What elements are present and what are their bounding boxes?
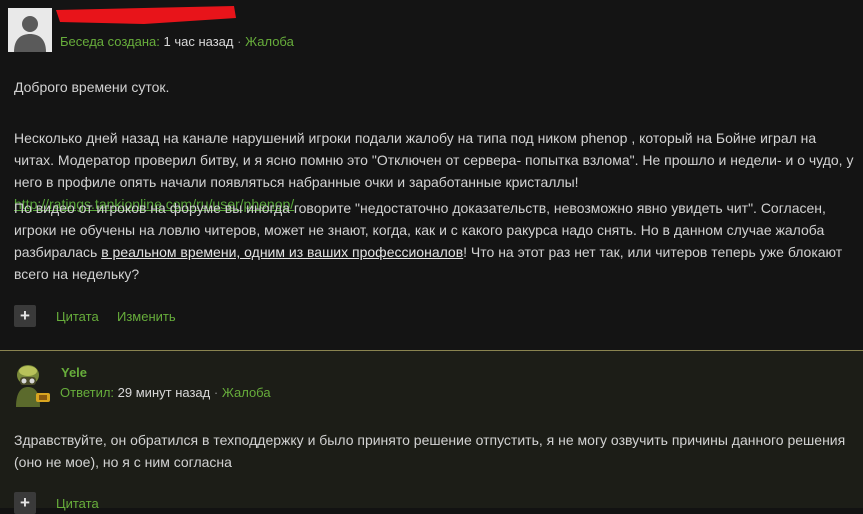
edit-button[interactable]: Изменить: [117, 309, 176, 324]
redaction-scribble: [56, 6, 236, 24]
created-label: Беседа создана:: [60, 34, 160, 49]
separator: ·: [237, 34, 242, 49]
tank-helmet-rank-icon[interactable]: [10, 359, 56, 407]
plus-rep-button[interactable]: +: [14, 305, 36, 327]
plus-rep-button[interactable]: +: [14, 492, 36, 514]
report-link[interactable]: Жалоба: [245, 34, 294, 49]
reply-body: Здравствуйте, он обратился в техподдержк…: [14, 432, 846, 470]
post-original: Беседа создана: 1 час назад · Жалоба Доб…: [0, 0, 863, 350]
separator: ·: [213, 385, 219, 400]
quote-button[interactable]: Цитата: [56, 496, 99, 511]
post-time: 1 час назад: [163, 34, 234, 49]
paragraph-2-underlined: в реальном времени, одним из ваших профе…: [101, 244, 464, 260]
user-avatar-default-icon[interactable]: [8, 8, 52, 52]
report-link[interactable]: Жалоба: [222, 385, 271, 400]
replied-label: Ответил:: [60, 385, 115, 400]
author-name[interactable]: Yele: [61, 365, 87, 380]
quote-button[interactable]: Цитата: [56, 309, 99, 324]
post-paragraph-2: По видео от игроков на форуме вы иногда …: [14, 197, 860, 285]
post-time: 29 минут назад: [117, 385, 211, 400]
post-reply: Yele Ответил: 29 минут назад · Жалоба Зд…: [0, 351, 863, 514]
post-meta: Беседа создана: 1 час назад · Жалоба: [60, 34, 294, 49]
paragraph-1-text: Несколько дней назад на канале нарушений…: [14, 130, 854, 190]
post-meta: Ответил: 29 минут назад · Жалоба: [60, 385, 271, 400]
post-greeting: Доброго времени суток.: [14, 79, 170, 95]
